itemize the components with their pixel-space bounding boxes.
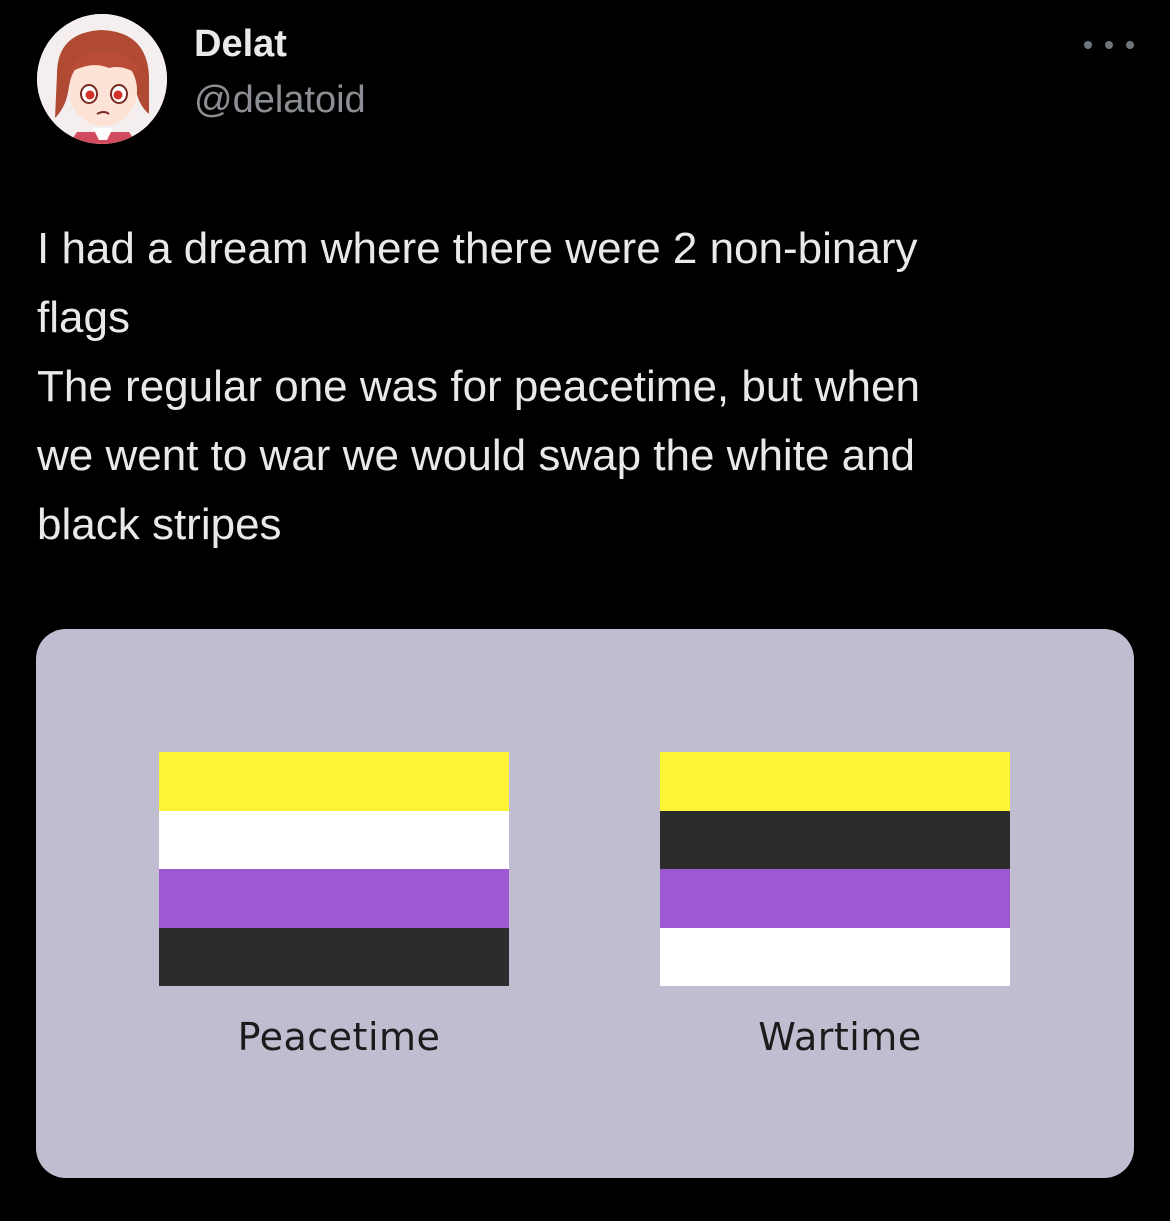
tweet-text: I had a dream where there were 2 non-bin… [37, 214, 1127, 559]
peacetime-flag [159, 752, 509, 986]
flag-stripe [660, 752, 1010, 811]
more-horizontal-icon [1105, 41, 1113, 49]
more-options-button[interactable] [1084, 30, 1134, 60]
tweet-text-line: we went to war we would swap the white a… [37, 431, 916, 480]
flag-stripe [660, 927, 1010, 986]
flag-stripe [660, 810, 1010, 869]
peacetime-caption: Peacetime [237, 1015, 441, 1059]
avatar[interactable] [37, 14, 167, 144]
more-horizontal-icon [1126, 41, 1134, 49]
author-display-name[interactable]: Delat [194, 20, 287, 68]
tweet-text-line: The regular one was for peacetime, but w… [37, 362, 920, 411]
avatar-image [37, 14, 167, 144]
tweet-text-line: flags [37, 293, 130, 342]
flag-stripe [159, 752, 509, 811]
tweet-text-line: black stripes [37, 500, 282, 549]
wartime-caption: Wartime [758, 1015, 922, 1059]
flag-stripe [159, 869, 509, 928]
wartime-flag [660, 752, 1010, 986]
flag-stripe [159, 927, 509, 986]
tweet-media-image[interactable]: Peacetime Wartime [36, 629, 1134, 1178]
more-horizontal-icon [1084, 41, 1092, 49]
tweet-text-line: I had a dream where there were 2 non-bin… [37, 224, 918, 273]
flag-stripe [660, 869, 1010, 928]
author-handle[interactable]: @delatoid [194, 76, 366, 124]
flag-stripe [159, 810, 509, 869]
